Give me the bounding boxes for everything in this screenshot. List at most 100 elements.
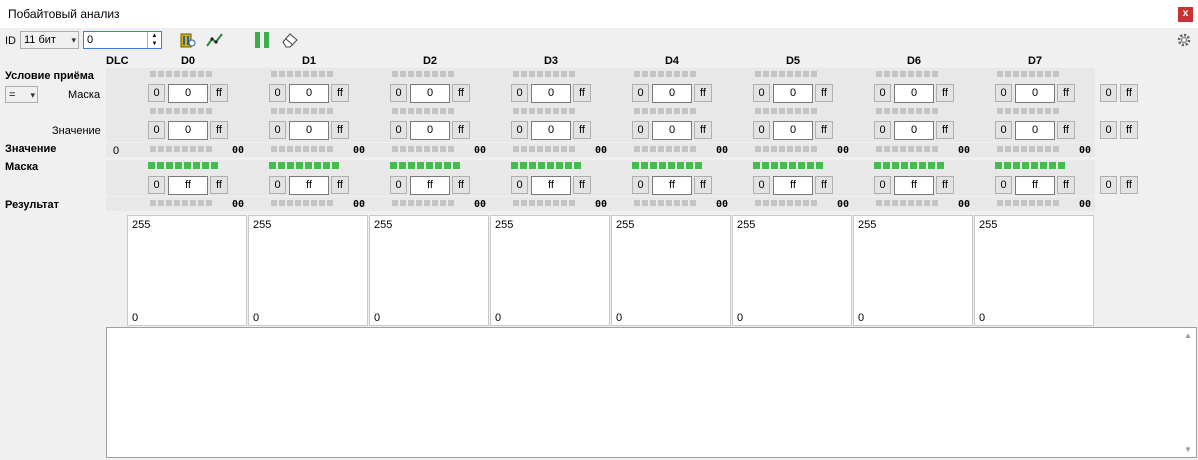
mask-byte-max-button[interactable]: ff	[694, 84, 712, 102]
value-byte-min-button[interactable]: 0	[390, 121, 407, 139]
value-byte-max-button[interactable]: ff	[694, 121, 712, 139]
mask-row-byte-input[interactable]: ff	[894, 176, 934, 195]
value-byte-max-button[interactable]: ff	[452, 121, 470, 139]
bit-indicator	[1045, 200, 1051, 206]
mask-byte-max-button[interactable]: ff	[573, 84, 591, 102]
value-byte-input[interactable]: 0	[773, 121, 813, 140]
mask-byte-min-button[interactable]: 0	[390, 84, 407, 102]
operator-select[interactable]: = ▾	[5, 86, 38, 103]
mask-byte-input[interactable]: 0	[289, 84, 329, 103]
mask-row-byte-min-button[interactable]: 0	[511, 176, 528, 194]
mask-row-byte-max-button[interactable]: ff	[936, 176, 954, 194]
value-byte-max-button[interactable]: ff	[573, 121, 591, 139]
mask-byte-input[interactable]: 0	[652, 84, 692, 103]
value-extra-min-button[interactable]: 0	[1100, 121, 1117, 139]
mask-byte-input[interactable]: 0	[773, 84, 813, 103]
mask-byte-max-button[interactable]: ff	[936, 84, 954, 102]
mask-byte-input[interactable]: 0	[168, 84, 208, 103]
value-byte-input[interactable]: 0	[1015, 121, 1055, 140]
mask-row-byte-max-button[interactable]: ff	[694, 176, 712, 194]
bit-indicator	[448, 200, 454, 206]
scroll-up-icon[interactable]: ▲	[1184, 331, 1192, 340]
value-byte-min-button[interactable]: 0	[511, 121, 528, 139]
mask-byte-input[interactable]: 0	[410, 84, 450, 103]
mask-row-byte-min-button[interactable]: 0	[632, 176, 649, 194]
value-byte-input[interactable]: 0	[652, 121, 692, 140]
mask-row-byte-input[interactable]: ff	[531, 176, 571, 195]
bit-indicator	[916, 108, 922, 114]
bit-indicator	[787, 146, 793, 152]
id-value-input[interactable]: 0 ▲ ▼	[83, 31, 162, 49]
mask-byte-input[interactable]: 0	[1015, 84, 1055, 103]
mask-row-byte-max-button[interactable]: ff	[1057, 176, 1075, 194]
mask-extra-min-button[interactable]: 0	[1100, 84, 1117, 102]
mask-row-byte-max-button[interactable]: ff	[573, 176, 591, 194]
value-extra-max-button[interactable]: ff	[1120, 121, 1138, 139]
eraser-icon[interactable]	[281, 32, 299, 48]
gear-icon[interactable]	[1176, 32, 1192, 48]
value-byte-max-button[interactable]: ff	[210, 121, 228, 139]
mask-byte-input[interactable]: 0	[531, 84, 571, 103]
value-byte-min-button[interactable]: 0	[995, 121, 1012, 139]
mask-row-byte-input[interactable]: ff	[773, 176, 813, 195]
mask-byte-max-button[interactable]: ff	[1057, 84, 1075, 102]
pause-icon[interactable]	[254, 31, 270, 49]
mask-byte-max-button[interactable]: ff	[210, 84, 228, 102]
mask-byte-min-button[interactable]: 0	[148, 84, 165, 102]
mask-row-byte-min-button[interactable]: 0	[753, 176, 770, 194]
graph-icon[interactable]	[206, 32, 224, 48]
value-byte-min-button[interactable]: 0	[753, 121, 770, 139]
mask-byte-min-button[interactable]: 0	[995, 84, 1012, 102]
mask-byte-max-button[interactable]: ff	[815, 84, 833, 102]
spin-arrows-icon[interactable]: ▲ ▼	[147, 32, 161, 48]
mask-row-byte-max-button[interactable]: ff	[815, 176, 833, 194]
mask-row-byte-input[interactable]: ff	[410, 176, 450, 195]
value-byte-max-button[interactable]: ff	[331, 121, 349, 139]
mask-row-extra-min-button[interactable]: 0	[1100, 176, 1117, 194]
id-type-select[interactable]: 11 бит ▾	[20, 31, 79, 49]
mask-row-byte-min-button[interactable]: 0	[995, 176, 1012, 194]
mask-byte-min-button[interactable]: 0	[511, 84, 528, 102]
value-byte-min-button[interactable]: 0	[269, 121, 286, 139]
mask-row-byte-max-button[interactable]: ff	[210, 176, 228, 194]
mask-row-byte-max-button[interactable]: ff	[331, 176, 349, 194]
mask-byte-min-button[interactable]: 0	[269, 84, 286, 102]
mask-row-byte-input[interactable]: ff	[289, 176, 329, 195]
value-bits	[634, 108, 696, 114]
mask-byte-max-button[interactable]: ff	[331, 84, 349, 102]
mask-row-byte-max-button[interactable]: ff	[452, 176, 470, 194]
scrollbar[interactable]: ▲ ▼	[1180, 328, 1196, 457]
value-byte-min-button[interactable]: 0	[632, 121, 649, 139]
value-byte-max-button[interactable]: ff	[815, 121, 833, 139]
value-byte-min-button[interactable]: 0	[874, 121, 891, 139]
mask-extra-max-button[interactable]: ff	[1120, 84, 1138, 102]
mask-row-byte-min-button[interactable]: 0	[269, 176, 286, 194]
value-byte-input[interactable]: 0	[410, 121, 450, 140]
mask-row-byte-input[interactable]: ff	[1015, 176, 1055, 195]
mask-byte-min-button[interactable]: 0	[632, 84, 649, 102]
value-byte-max-button[interactable]: ff	[1057, 121, 1075, 139]
mask-row-byte-min-button[interactable]: 0	[148, 176, 165, 194]
filter-icon[interactable]	[180, 32, 196, 48]
mask-row-byte-input[interactable]: ff	[168, 176, 208, 195]
bit-indicator	[634, 200, 640, 206]
mask-row-extra-max-button[interactable]: ff	[1120, 176, 1138, 194]
log-textarea[interactable]: ▲ ▼	[106, 327, 1197, 458]
mask-byte-max-button[interactable]: ff	[452, 84, 470, 102]
bit-indicator	[1013, 200, 1019, 206]
value-byte-input[interactable]: 0	[894, 121, 934, 140]
mask-byte-min-button[interactable]: 0	[874, 84, 891, 102]
scroll-down-icon[interactable]: ▼	[1184, 445, 1192, 454]
value-byte-input[interactable]: 0	[531, 121, 571, 140]
value-byte-input[interactable]: 0	[289, 121, 329, 140]
value-byte-max-button[interactable]: ff	[936, 121, 954, 139]
value-byte-min-button[interactable]: 0	[148, 121, 165, 139]
mask-row-byte-min-button[interactable]: 0	[390, 176, 407, 194]
value-byte-input[interactable]: 0	[168, 121, 208, 140]
bit-indicator	[695, 162, 702, 169]
mask-row-byte-min-button[interactable]: 0	[874, 176, 891, 194]
mask-byte-min-button[interactable]: 0	[753, 84, 770, 102]
mask-byte-input[interactable]: 0	[894, 84, 934, 103]
close-button[interactable]: x	[1178, 7, 1193, 22]
mask-row-byte-input[interactable]: ff	[652, 176, 692, 195]
